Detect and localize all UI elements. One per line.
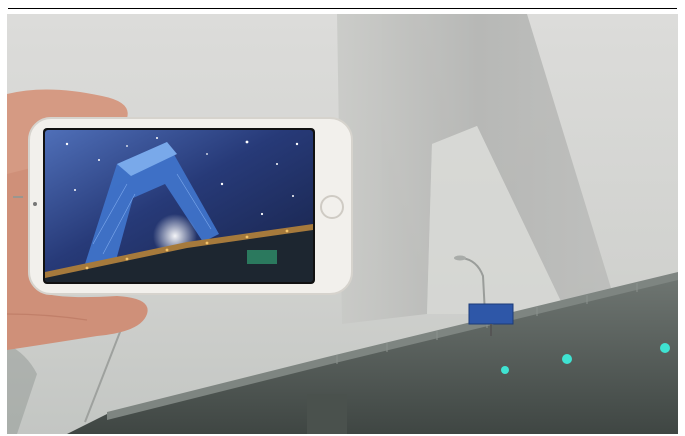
photo-illustration bbox=[7, 14, 678, 434]
news-photo bbox=[7, 14, 678, 434]
top-rule bbox=[8, 8, 677, 9]
phone-screen-image bbox=[45, 130, 313, 282]
road-sign bbox=[468, 303, 514, 325]
signal-light bbox=[562, 354, 572, 364]
signal-light bbox=[501, 366, 509, 374]
signal-light bbox=[660, 343, 670, 353]
